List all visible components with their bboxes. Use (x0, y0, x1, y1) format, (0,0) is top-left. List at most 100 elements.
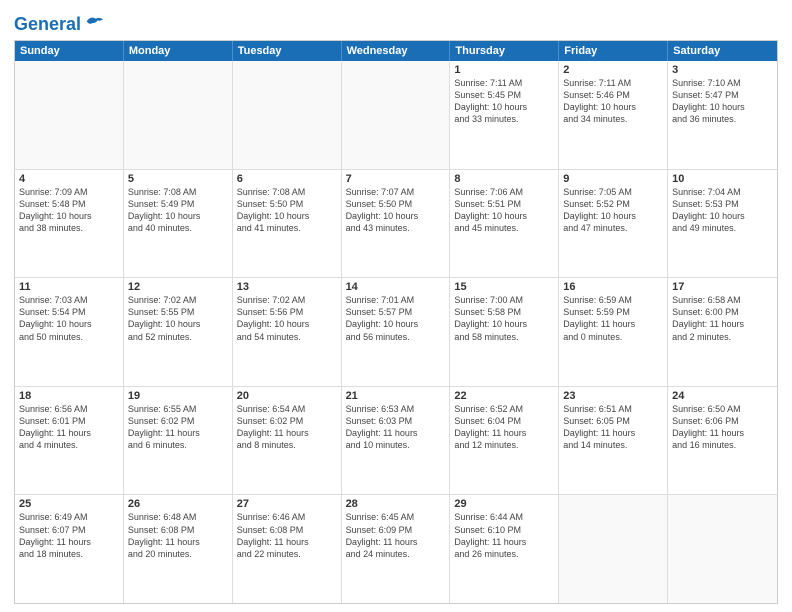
calendar-body: 1Sunrise: 7:11 AM Sunset: 5:45 PM Daylig… (15, 61, 777, 603)
day-number: 1 (454, 64, 554, 76)
calendar-cell: 1Sunrise: 7:11 AM Sunset: 5:45 PM Daylig… (450, 61, 559, 169)
day-number: 8 (454, 173, 554, 185)
day-info: Sunrise: 7:11 AM Sunset: 5:45 PM Dayligh… (454, 77, 554, 126)
day-number: 15 (454, 281, 554, 293)
day-info: Sunrise: 6:50 AM Sunset: 6:06 PM Dayligh… (672, 403, 773, 452)
day-number: 16 (563, 281, 663, 293)
day-info: Sunrise: 6:58 AM Sunset: 6:00 PM Dayligh… (672, 294, 773, 343)
day-info: Sunrise: 7:04 AM Sunset: 5:53 PM Dayligh… (672, 186, 773, 235)
calendar-cell (668, 495, 777, 603)
calendar-cell: 21Sunrise: 6:53 AM Sunset: 6:03 PM Dayli… (342, 387, 451, 495)
day-info: Sunrise: 6:56 AM Sunset: 6:01 PM Dayligh… (19, 403, 119, 452)
calendar-cell: 9Sunrise: 7:05 AM Sunset: 5:52 PM Daylig… (559, 170, 668, 278)
day-number: 26 (128, 498, 228, 510)
day-info: Sunrise: 7:11 AM Sunset: 5:46 PM Dayligh… (563, 77, 663, 126)
day-number: 28 (346, 498, 446, 510)
day-number: 19 (128, 390, 228, 402)
day-number: 17 (672, 281, 773, 293)
calendar-cell (559, 495, 668, 603)
page: General SundayMondayTuesdayWednesdayThur… (0, 0, 792, 612)
calendar-cell: 26Sunrise: 6:48 AM Sunset: 6:08 PM Dayli… (124, 495, 233, 603)
calendar-header-cell: Monday (124, 41, 233, 61)
day-number: 21 (346, 390, 446, 402)
calendar-cell: 27Sunrise: 6:46 AM Sunset: 6:08 PM Dayli… (233, 495, 342, 603)
day-number: 3 (672, 64, 773, 76)
day-info: Sunrise: 7:02 AM Sunset: 5:55 PM Dayligh… (128, 294, 228, 343)
calendar-header-cell: Sunday (15, 41, 124, 61)
calendar: SundayMondayTuesdayWednesdayThursdayFrid… (14, 40, 778, 604)
day-number: 5 (128, 173, 228, 185)
calendar-cell: 3Sunrise: 7:10 AM Sunset: 5:47 PM Daylig… (668, 61, 777, 169)
day-number: 4 (19, 173, 119, 185)
calendar-cell (233, 61, 342, 169)
calendar-cell: 10Sunrise: 7:04 AM Sunset: 5:53 PM Dayli… (668, 170, 777, 278)
day-number: 10 (672, 173, 773, 185)
day-info: Sunrise: 6:48 AM Sunset: 6:08 PM Dayligh… (128, 511, 228, 560)
day-number: 2 (563, 64, 663, 76)
calendar-cell: 29Sunrise: 6:44 AM Sunset: 6:10 PM Dayli… (450, 495, 559, 603)
calendar-cell: 5Sunrise: 7:08 AM Sunset: 5:49 PM Daylig… (124, 170, 233, 278)
calendar-row: 4Sunrise: 7:09 AM Sunset: 5:48 PM Daylig… (15, 170, 777, 279)
day-number: 9 (563, 173, 663, 185)
day-info: Sunrise: 7:08 AM Sunset: 5:49 PM Dayligh… (128, 186, 228, 235)
day-info: Sunrise: 7:07 AM Sunset: 5:50 PM Dayligh… (346, 186, 446, 235)
day-info: Sunrise: 6:52 AM Sunset: 6:04 PM Dayligh… (454, 403, 554, 452)
day-info: Sunrise: 7:08 AM Sunset: 5:50 PM Dayligh… (237, 186, 337, 235)
calendar-cell (342, 61, 451, 169)
calendar-header-cell: Tuesday (233, 41, 342, 61)
calendar-row: 25Sunrise: 6:49 AM Sunset: 6:07 PM Dayli… (15, 495, 777, 603)
logo-text: General (14, 15, 81, 35)
calendar-cell: 24Sunrise: 6:50 AM Sunset: 6:06 PM Dayli… (668, 387, 777, 495)
day-info: Sunrise: 6:45 AM Sunset: 6:09 PM Dayligh… (346, 511, 446, 560)
calendar-row: 11Sunrise: 7:03 AM Sunset: 5:54 PM Dayli… (15, 278, 777, 387)
day-info: Sunrise: 7:10 AM Sunset: 5:47 PM Dayligh… (672, 77, 773, 126)
day-number: 13 (237, 281, 337, 293)
day-number: 14 (346, 281, 446, 293)
calendar-cell: 4Sunrise: 7:09 AM Sunset: 5:48 PM Daylig… (15, 170, 124, 278)
calendar-cell: 8Sunrise: 7:06 AM Sunset: 5:51 PM Daylig… (450, 170, 559, 278)
logo: General (14, 14, 105, 36)
day-info: Sunrise: 7:06 AM Sunset: 5:51 PM Dayligh… (454, 186, 554, 235)
calendar-cell: 12Sunrise: 7:02 AM Sunset: 5:55 PM Dayli… (124, 278, 233, 386)
calendar-cell: 14Sunrise: 7:01 AM Sunset: 5:57 PM Dayli… (342, 278, 451, 386)
calendar-header: SundayMondayTuesdayWednesdayThursdayFrid… (15, 41, 777, 61)
day-number: 20 (237, 390, 337, 402)
calendar-cell: 28Sunrise: 6:45 AM Sunset: 6:09 PM Dayli… (342, 495, 451, 603)
day-number: 18 (19, 390, 119, 402)
calendar-cell: 7Sunrise: 7:07 AM Sunset: 5:50 PM Daylig… (342, 170, 451, 278)
day-info: Sunrise: 7:02 AM Sunset: 5:56 PM Dayligh… (237, 294, 337, 343)
day-info: Sunrise: 7:00 AM Sunset: 5:58 PM Dayligh… (454, 294, 554, 343)
day-number: 7 (346, 173, 446, 185)
calendar-row: 18Sunrise: 6:56 AM Sunset: 6:01 PM Dayli… (15, 387, 777, 496)
day-info: Sunrise: 7:01 AM Sunset: 5:57 PM Dayligh… (346, 294, 446, 343)
calendar-cell: 2Sunrise: 7:11 AM Sunset: 5:46 PM Daylig… (559, 61, 668, 169)
day-info: Sunrise: 6:55 AM Sunset: 6:02 PM Dayligh… (128, 403, 228, 452)
day-number: 22 (454, 390, 554, 402)
day-number: 29 (454, 498, 554, 510)
day-number: 23 (563, 390, 663, 402)
calendar-cell: 18Sunrise: 6:56 AM Sunset: 6:01 PM Dayli… (15, 387, 124, 495)
day-info: Sunrise: 6:51 AM Sunset: 6:05 PM Dayligh… (563, 403, 663, 452)
day-info: Sunrise: 6:46 AM Sunset: 6:08 PM Dayligh… (237, 511, 337, 560)
day-number: 6 (237, 173, 337, 185)
calendar-cell: 15Sunrise: 7:00 AM Sunset: 5:58 PM Dayli… (450, 278, 559, 386)
calendar-cell: 13Sunrise: 7:02 AM Sunset: 5:56 PM Dayli… (233, 278, 342, 386)
calendar-cell: 17Sunrise: 6:58 AM Sunset: 6:00 PM Dayli… (668, 278, 777, 386)
day-number: 24 (672, 390, 773, 402)
calendar-header-cell: Saturday (668, 41, 777, 61)
calendar-header-cell: Friday (559, 41, 668, 61)
calendar-cell: 11Sunrise: 7:03 AM Sunset: 5:54 PM Dayli… (15, 278, 124, 386)
day-number: 25 (19, 498, 119, 510)
calendar-row: 1Sunrise: 7:11 AM Sunset: 5:45 PM Daylig… (15, 61, 777, 170)
day-number: 12 (128, 281, 228, 293)
day-info: Sunrise: 6:49 AM Sunset: 6:07 PM Dayligh… (19, 511, 119, 560)
calendar-header-cell: Wednesday (342, 41, 451, 61)
calendar-cell: 16Sunrise: 6:59 AM Sunset: 5:59 PM Dayli… (559, 278, 668, 386)
calendar-cell: 19Sunrise: 6:55 AM Sunset: 6:02 PM Dayli… (124, 387, 233, 495)
calendar-cell: 20Sunrise: 6:54 AM Sunset: 6:02 PM Dayli… (233, 387, 342, 495)
day-info: Sunrise: 6:54 AM Sunset: 6:02 PM Dayligh… (237, 403, 337, 452)
day-info: Sunrise: 6:53 AM Sunset: 6:03 PM Dayligh… (346, 403, 446, 452)
day-info: Sunrise: 6:44 AM Sunset: 6:10 PM Dayligh… (454, 511, 554, 560)
day-number: 11 (19, 281, 119, 293)
calendar-cell: 22Sunrise: 6:52 AM Sunset: 6:04 PM Dayli… (450, 387, 559, 495)
